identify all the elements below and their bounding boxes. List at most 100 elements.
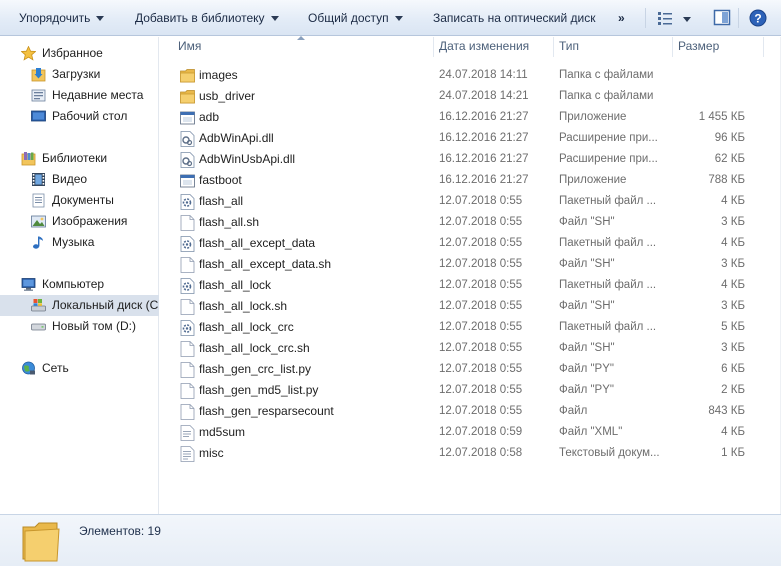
file-date: 12.07.2018 0:55 [439, 321, 523, 333]
file-row[interactable]: flash_all.sh 12.07.2018 0:55 Файл "SH" 3 КБ [160, 212, 760, 233]
local-disk-icon [31, 299, 46, 312]
file-type: Расширение при... [559, 132, 658, 144]
file-type: Расширение при... [559, 153, 658, 165]
file-row[interactable]: flash_all_except_data.sh 12.07.2018 0:55 Ф… [160, 254, 760, 275]
nav-network-label: Сеть [42, 361, 69, 375]
downloads-folder-icon [31, 68, 46, 82]
add-to-library-button[interactable]: Добавить в библиотеку [135, 0, 279, 36]
file-row[interactable]: flash_all_except_data 12.07.2018 0:55 Паке… [160, 233, 760, 254]
nav-new-volume-d[interactable]: Новый том (D:) [0, 316, 159, 337]
file-row[interactable]: flash_all_lock_crc.sh 12.07.2018 0:55 Файл… [160, 338, 760, 359]
view-list-icon [658, 12, 691, 25]
toolbar-separator [645, 8, 646, 28]
file-size: 1 455 КБ [698, 111, 745, 123]
file-row[interactable]: flash_all_lock.sh 12.07.2018 0:55 Файл "SH… [160, 296, 760, 317]
nav-local-disk-c-label: Локальный диск (C [52, 298, 159, 312]
nav-desktop[interactable]: Рабочий стол [0, 106, 159, 127]
file-type: Файл "SH" [559, 216, 615, 228]
file-row[interactable]: misc 12.07.2018 0:58 Текстовый докум... 1 К… [160, 443, 760, 464]
document-icon [180, 299, 195, 315]
column-header-size[interactable]: Размер [678, 37, 758, 56]
command-bar: Упорядочить Добавить в библиотеку Общий … [0, 0, 781, 36]
file-row[interactable]: AdbWinUsbApi.dll 16.12.2016 21:27 Расширен… [160, 149, 760, 170]
column-separator[interactable] [672, 37, 673, 57]
column-header-name[interactable]: Имя [178, 37, 428, 56]
organize-label: Упорядочить [19, 11, 91, 25]
file-type: Приложение [559, 174, 627, 186]
nav-favorites[interactable]: Избранное [0, 43, 159, 64]
column-separator[interactable] [763, 37, 764, 57]
drive-icon [31, 323, 46, 331]
nav-libraries[interactable]: Библиотеки [0, 148, 159, 169]
file-type: Папка с файлами [559, 69, 654, 81]
application-icon [180, 111, 195, 125]
nav-network[interactable]: Сеть [0, 358, 159, 379]
column-separator[interactable] [433, 37, 434, 57]
file-date: 16.12.2016 21:27 [439, 153, 529, 165]
file-date: 12.07.2018 0:55 [439, 237, 523, 249]
item-count: Элементов: 19 [79, 524, 161, 538]
column-separator[interactable] [553, 37, 554, 57]
nav-images-label: Изображения [52, 214, 128, 228]
file-row[interactable]: flash_gen_crc_list.py 12.07.2018 0:55 Файл… [160, 359, 760, 380]
file-type: Файл "XML" [559, 426, 623, 438]
nav-images[interactable]: Изображения [0, 211, 159, 232]
nav-recent-places-label: Недавние места [52, 88, 144, 102]
file-date: 12.07.2018 0:55 [439, 384, 523, 396]
file-size: 62 КБ [714, 153, 745, 165]
file-size: 96 КБ [714, 132, 745, 144]
file-date: 24.07.2018 14:21 [439, 90, 529, 102]
file-row[interactable]: adb 16.12.2016 21:27 Приложение 1 455 КБ [160, 107, 760, 128]
file-size: 5 КБ [721, 321, 745, 333]
folder-icon [180, 69, 195, 83]
nav-video[interactable]: Видео [0, 169, 159, 190]
file-row[interactable]: fastboot 16.12.2016 21:27 Приложение 788 КБ [160, 170, 760, 191]
burn-button[interactable]: Записать на оптический диск [433, 0, 596, 36]
file-name: adb [199, 110, 220, 124]
column-header-type[interactable]: Тип [559, 37, 659, 56]
file-size: 788 КБ [708, 174, 745, 186]
file-size: 4 КБ [721, 237, 745, 249]
nav-recent-places[interactable]: Недавние места [0, 85, 159, 106]
view-options-button[interactable] [657, 9, 691, 27]
nav-downloads[interactable]: Загрузки [0, 64, 159, 85]
file-size: 3 КБ [721, 300, 745, 312]
file-size: 6 КБ [721, 363, 745, 375]
nav-music[interactable]: Музыка [0, 232, 159, 253]
dll-icon [180, 131, 195, 147]
preview-pane-button[interactable] [713, 9, 731, 27]
nav-new-volume-d-label: Новый том (D:) [52, 319, 136, 333]
file-row[interactable]: flash_all 12.07.2018 0:55 Пакетный файл ..… [160, 191, 760, 212]
file-row[interactable]: flash_gen_resparsecount 12.07.2018 0:55 Фа… [160, 401, 760, 422]
chevron-down-icon [270, 16, 279, 21]
share-label: Общий доступ [308, 11, 389, 25]
file-row[interactable]: flash_gen_md5_list.py 12.07.2018 0:55 Файл… [160, 380, 760, 401]
file-name: flash_all_lock [199, 278, 272, 292]
folder-icon [22, 522, 60, 562]
help-button[interactable]: ? [749, 9, 767, 27]
file-date: 12.07.2018 0:55 [439, 279, 523, 291]
file-row[interactable]: usb_driver 24.07.2018 14:21 Папка с файлам… [160, 86, 760, 107]
nav-documents-label: Документы [52, 193, 114, 207]
nav-local-disk-c[interactable]: Локальный диск (C [0, 295, 159, 316]
more-commands-button[interactable]: » [618, 0, 625, 36]
nav-computer[interactable]: Компьютер [0, 274, 159, 295]
file-row[interactable]: images 24.07.2018 14:11 Папка с файлами [160, 65, 760, 86]
file-row[interactable]: AdbWinApi.dll 16.12.2016 21:27 Расширение … [160, 128, 760, 149]
batch-file-icon [180, 194, 195, 210]
file-name: flash_all [199, 194, 244, 208]
file-row[interactable]: flash_all_lock 12.07.2018 0:55 Пакетный фа… [160, 275, 760, 296]
toolbar-separator [738, 8, 739, 28]
nav-documents[interactable]: Документы [0, 190, 159, 211]
recent-places-icon [31, 89, 46, 102]
file-date: 16.12.2016 21:27 [439, 111, 529, 123]
column-header-date[interactable]: Дата изменения [439, 37, 549, 56]
computer-icon [21, 278, 36, 291]
file-row[interactable]: md5sum 12.07.2018 0:59 Файл "XML" 4 КБ [160, 422, 760, 443]
share-button[interactable]: Общий доступ [308, 0, 403, 36]
organize-button[interactable]: Упорядочить [19, 0, 105, 36]
add-to-library-label: Добавить в библиотеку [135, 11, 265, 25]
network-icon [22, 361, 35, 375]
file-row[interactable]: flash_all_lock_crc 12.07.2018 0:55 Пакетны… [160, 317, 760, 338]
navigation-pane: Избранное Загрузки Недавние места Рабочи… [0, 37, 159, 514]
